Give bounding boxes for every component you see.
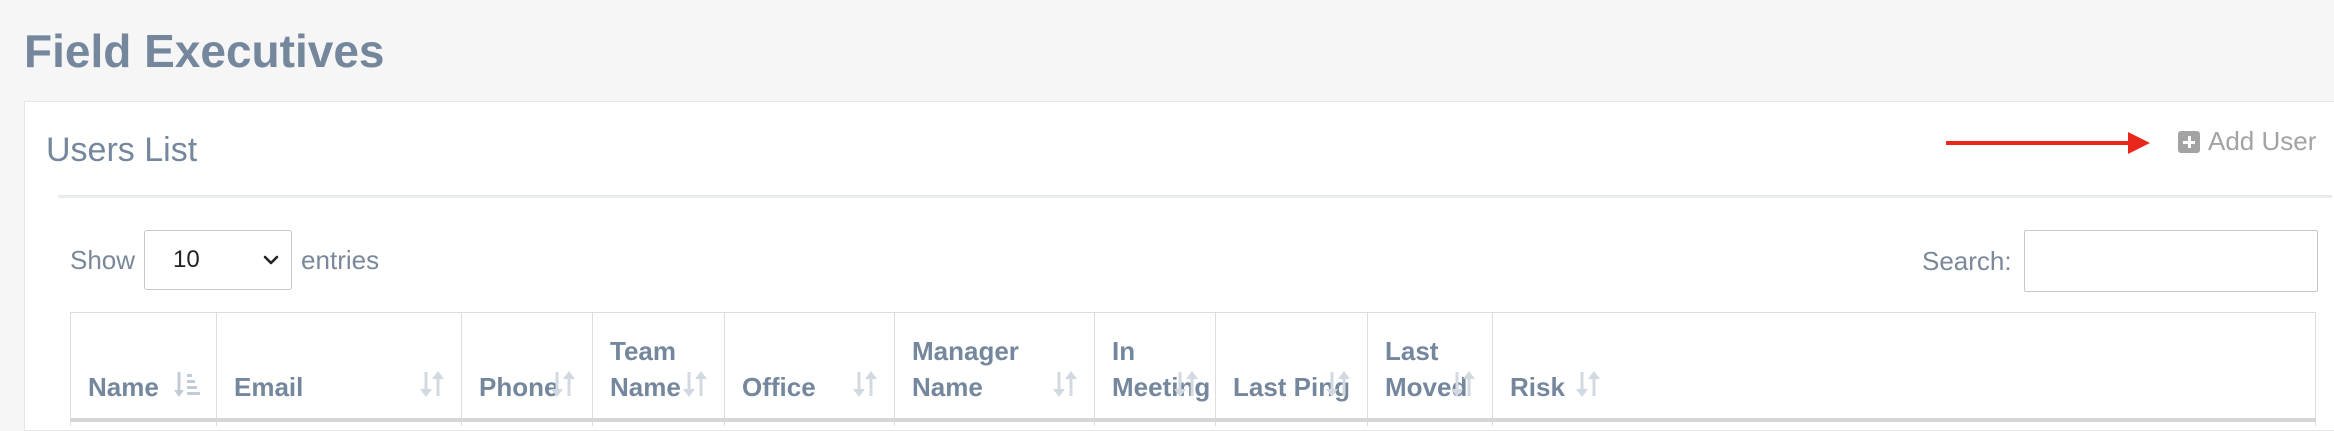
column-header-label: Email [234, 369, 303, 405]
column-header-label: Risk [1510, 369, 1565, 405]
chevron-down-icon [263, 255, 279, 265]
column-header[interactable]: In Meeting [1095, 313, 1216, 426]
add-user-label: Add User [2208, 126, 2317, 156]
search-label: Search: [1922, 245, 2012, 276]
sort-both-icon [853, 371, 877, 397]
column-header-label: Office [742, 369, 816, 405]
sort-both-icon [551, 371, 575, 397]
table-header-bottom-border [70, 418, 2316, 422]
column-header-text: In [1112, 336, 1136, 366]
sort-both-icon [1053, 371, 1077, 397]
plus-square-icon [2178, 130, 2200, 153]
sort-both-icon [420, 371, 444, 397]
entries-length-control: Show 10 entries [70, 230, 379, 290]
column-header[interactable]: Team Name [593, 313, 725, 426]
column-header[interactable]: Manager Name [895, 313, 1095, 426]
column-header-text: Name [610, 372, 681, 402]
sort-both-icon [1576, 371, 1600, 397]
panel-title: Users List [46, 131, 198, 169]
column-header[interactable]: Email [217, 313, 462, 426]
column-header[interactable]: Office [725, 313, 895, 426]
sort-both-icon [1451, 371, 1475, 397]
column-header-text: Risk [1510, 372, 1565, 402]
annotation-arrow [1946, 132, 2150, 154]
entries-select[interactable]: 10 [144, 230, 293, 290]
users-table: Name Email Phone Team Name Office Manager Name… [70, 312, 2316, 426]
column-header[interactable]: Phone [462, 313, 593, 426]
column-header-label: Phone [479, 369, 558, 405]
panel-divider [58, 195, 2332, 198]
column-header-text: Phone [479, 372, 559, 402]
sort-both-icon [683, 371, 707, 397]
column-header-label: Name [88, 369, 159, 405]
sort-both-icon [1174, 371, 1198, 397]
search-control: Search: [1922, 230, 2318, 292]
page-title: Field Executives [24, 25, 385, 77]
search-input[interactable] [2023, 230, 2318, 292]
add-user-button[interactable]: Add User [2178, 126, 2316, 157]
column-header-text: Email [234, 372, 304, 402]
column-header[interactable]: Last Moved [1368, 313, 1493, 426]
column-header-text: Last [1385, 336, 1439, 366]
column-header[interactable]: Last Ping [1216, 313, 1368, 426]
entries-label: entries [301, 244, 380, 275]
column-header[interactable]: Risk [1493, 313, 1617, 426]
column-header-label: Team Name [610, 333, 681, 405]
sort-ascending-icon [174, 372, 200, 397]
column-header[interactable]: Name [71, 313, 217, 426]
show-label: Show [70, 244, 136, 275]
column-header-text: Team [610, 336, 676, 366]
column-header-text: Office [742, 372, 816, 402]
column-header-text: Name [88, 372, 159, 402]
sort-both-icon [1326, 371, 1350, 397]
entries-select-value: 10 [173, 246, 200, 273]
